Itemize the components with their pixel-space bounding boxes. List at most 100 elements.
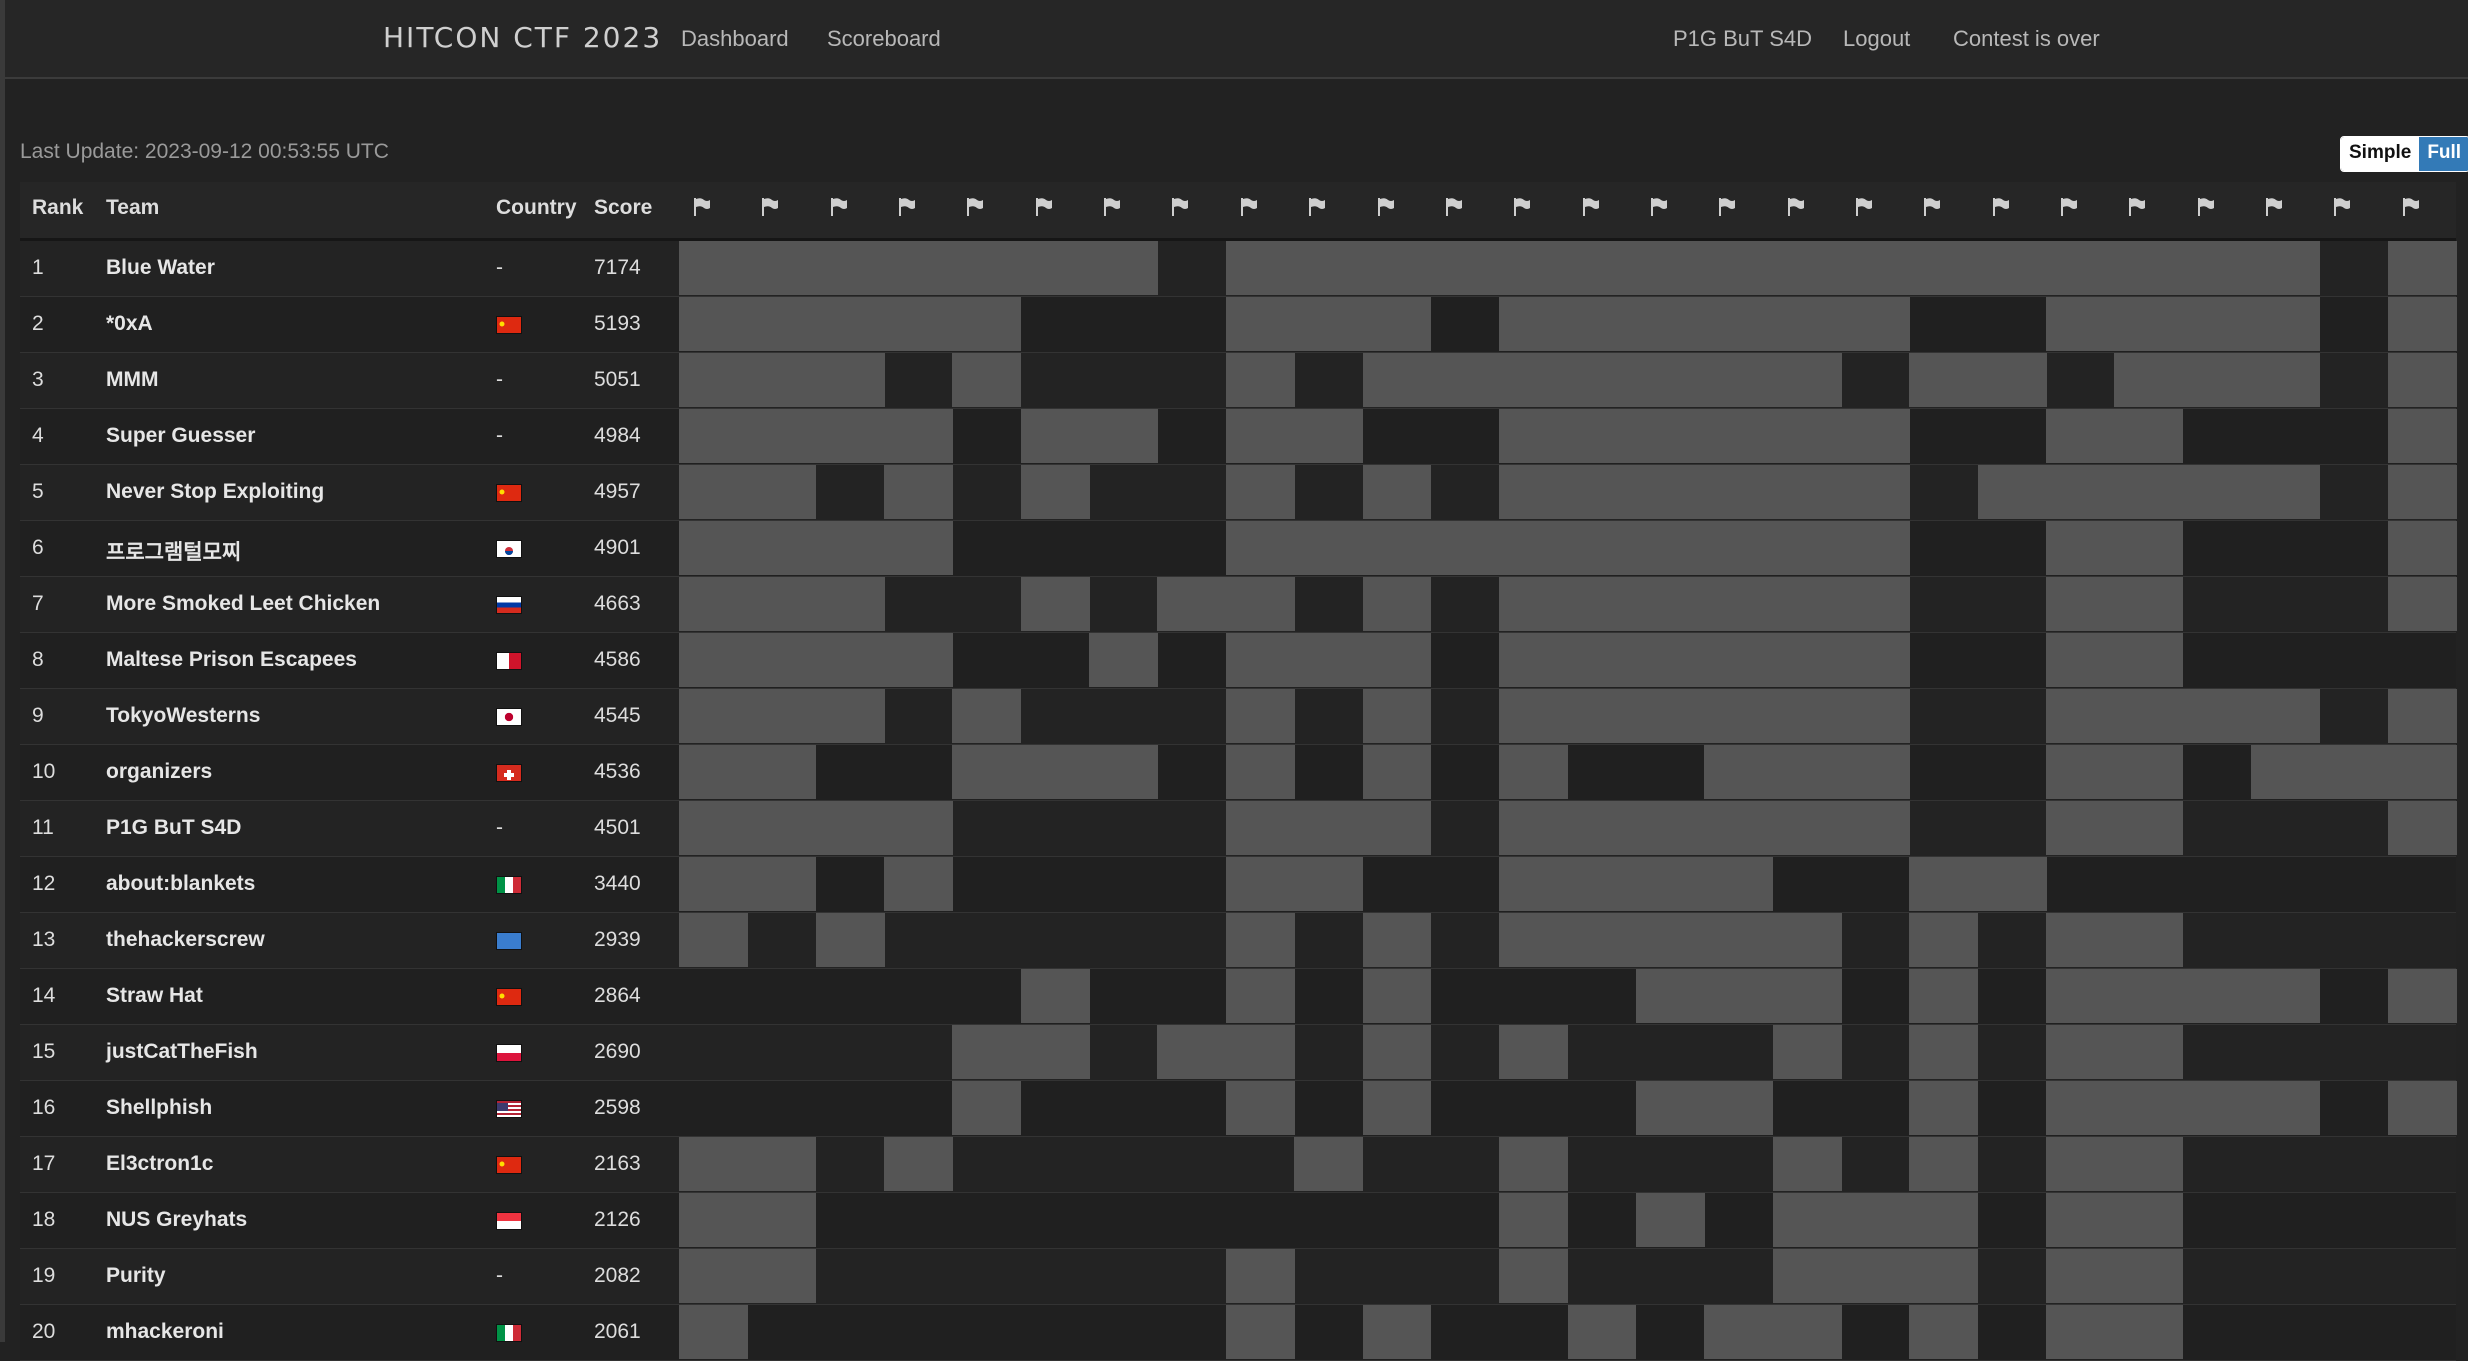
team-name-link[interactable]: Shellphish [106,1096,212,1120]
challenge-flag-icon[interactable] [1786,196,1806,218]
solved-cell [1157,577,1227,631]
challenge-flag-icon[interactable] [1239,196,1259,218]
challenge-flag-icon[interactable] [1717,196,1737,218]
challenge-flag-icon[interactable] [2127,196,2147,218]
solved-cell [884,521,953,575]
solved-cell [1225,745,1295,799]
country-cell [496,1096,536,1118]
solved-cell [2251,297,2320,351]
challenge-flag-icon[interactable] [2264,196,2284,218]
solved-cell [1225,465,1295,519]
team-name-link[interactable]: Straw Hat [106,984,203,1008]
nav-scoreboard-link[interactable]: Scoreboard [827,26,941,52]
score-cell: 5193 [594,312,641,335]
solved-cell [1567,913,1637,967]
full-view-button[interactable]: Full [2419,137,2468,171]
challenge-flag-icon[interactable] [1991,196,2011,218]
nav-dashboard-link[interactable]: Dashboard [681,26,789,52]
solved-cell [815,521,885,575]
solved-cell [1635,1193,1705,1247]
challenge-flag-icon[interactable] [1512,196,1532,218]
country-flag-icon [496,596,522,614]
solved-cell [1020,465,1090,519]
score-cell: 4545 [594,704,641,727]
challenge-flag-icon[interactable] [1649,196,1669,218]
rank-cell: 10 [32,760,56,783]
solved-cell [1362,353,1432,407]
solved-cell [1362,1081,1432,1135]
team-name-link[interactable]: El3ctron1c [106,1152,213,1176]
solved-cell [2046,297,2115,351]
country-cell [496,760,536,782]
challenge-flag-icon[interactable] [692,196,712,218]
table-row: 9 TokyoWesterns 4545 [20,689,2457,745]
solved-cell [1704,1305,1774,1359]
solved-cell [679,689,748,743]
solved-cell [679,1137,748,1191]
challenge-flag-icon[interactable] [965,196,985,218]
score-cell: 2864 [594,984,641,1007]
team-name-link[interactable]: mhackeroni [106,1320,224,1344]
challenge-flag-icon[interactable] [2059,196,2079,218]
team-name-link[interactable]: Purity [106,1264,166,1288]
solves-track [679,409,2457,463]
team-name-link[interactable]: More Smoked Leet Chicken [106,592,380,616]
solves-track [679,689,2457,743]
table-row: 17 El3ctron1c 2163 [20,1137,2456,1193]
solved-cell [1840,465,1910,519]
challenge-flag-icon[interactable] [1444,196,1464,218]
solved-cell [679,745,748,799]
challenge-flag-icon[interactable] [1034,196,1054,218]
nav-team-link[interactable]: P1G BuT S4D [1673,26,1812,52]
simple-view-button[interactable]: Simple [2341,137,2420,171]
challenge-flag-icon[interactable] [2332,196,2352,218]
solved-cell [679,801,748,855]
challenge-flag-icon[interactable] [897,196,917,218]
team-name-link[interactable]: *0xA [106,312,153,336]
challenge-flag-icon[interactable] [1854,196,1874,218]
nav-logout-link[interactable]: Logout [1843,26,1910,52]
team-name-link[interactable]: thehackerscrew [106,928,265,952]
solved-cell [1704,297,1774,351]
solved-cell [2251,969,2320,1023]
rank-cell: 11 [32,816,54,839]
challenge-flag-icon[interactable] [2196,196,2216,218]
country-flag-icon [496,540,522,558]
table-row: 11 P1G BuT S4D - 4501 [20,801,2457,857]
solved-cell [815,241,885,295]
solved-cell [1772,577,1842,631]
challenge-flag-icon[interactable] [829,196,849,218]
solved-cell [1704,577,1774,631]
team-name-link[interactable]: P1G BuT S4D [106,816,241,840]
challenge-flag-icon[interactable] [760,196,780,218]
team-name-link[interactable]: organizers [106,760,212,784]
table-row: 15 justCatTheFish 2690 [20,1025,2456,1081]
challenge-flag-icon[interactable] [1102,196,1122,218]
challenge-flag-icon[interactable] [1170,196,1190,218]
challenge-flag-icon[interactable] [1922,196,1942,218]
solved-cell [679,1193,748,1247]
team-name-link[interactable]: MMM [106,368,158,392]
country-cell [496,928,536,950]
score-cell: 4501 [594,816,641,839]
team-name-link[interactable]: 프로그램털모찌 [106,536,241,566]
team-name-link[interactable]: justCatTheFish [106,1040,258,1064]
team-name-link[interactable]: Super Guesser [106,424,255,448]
challenge-flag-icon[interactable] [1307,196,1327,218]
team-name-link[interactable]: Blue Water [106,256,215,280]
team-name-link[interactable]: TokyoWesterns [106,704,260,728]
brand-title[interactable]: HITCON CTF 2023 [383,21,662,54]
challenge-flag-icon[interactable] [1376,196,1396,218]
team-name-link[interactable]: Never Stop Exploiting [106,480,324,504]
team-name-link[interactable]: about:blankets [106,872,255,896]
solved-cell [1772,969,1842,1023]
country-flag-icon [496,1212,522,1230]
solved-cell [1704,521,1774,575]
team-name-link[interactable]: Maltese Prison Escapees [106,648,357,672]
solved-cell [1704,969,1774,1023]
team-name-link[interactable]: NUS Greyhats [106,1208,247,1232]
solved-cell [1362,1305,1432,1359]
challenge-flag-icon[interactable] [1581,196,1601,218]
challenge-flag-icon[interactable] [2401,196,2421,218]
rank-cell: 17 [32,1152,56,1175]
